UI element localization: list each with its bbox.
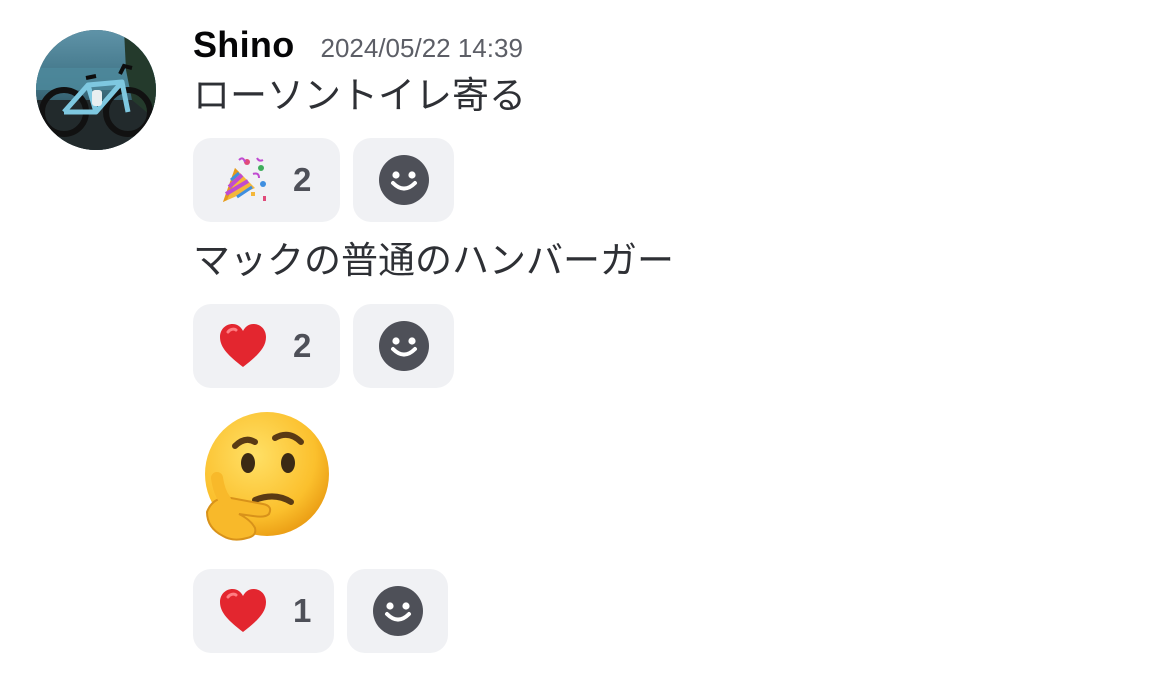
reaction-count: 2 <box>293 327 312 364</box>
message-group: Shino 2024/05/22 14:39 ローソントイレ寄る 2 マックの普… <box>193 24 1133 653</box>
reaction-heart[interactable]: 2 <box>193 304 340 388</box>
smiley-face-icon <box>378 321 429 371</box>
timestamp: 2024/05/22 14:39 <box>320 33 523 63</box>
reaction-count: 2 <box>293 161 312 198</box>
smiley-face-icon <box>378 155 429 205</box>
add-reaction-button[interactable] <box>353 304 454 388</box>
add-reaction-button[interactable] <box>353 138 454 222</box>
author-name[interactable]: Shino <box>193 24 294 66</box>
reaction-bar: 1 <box>193 569 1133 653</box>
avatar[interactable] <box>36 30 156 150</box>
smiley-face-icon <box>372 586 423 636</box>
reaction-bar: 2 <box>193 304 1133 388</box>
bicycle-photo-avatar <box>36 30 156 150</box>
red-heart-emoji <box>217 320 269 372</box>
red-heart-emoji <box>217 585 269 637</box>
thinking-face-emoji <box>193 408 333 548</box>
message-text: マックの普通のハンバーガー <box>193 239 674 282</box>
add-reaction-button[interactable] <box>347 569 448 653</box>
reaction-party-popper[interactable]: 2 <box>193 138 340 222</box>
reaction-count: 1 <box>293 592 312 629</box>
reaction-bar: 2 <box>193 138 1133 222</box>
reaction-heart[interactable]: 1 <box>193 569 334 653</box>
party-popper-emoji <box>217 154 269 206</box>
message-text: ローソントイレ寄る <box>193 74 526 117</box>
message-header: Shino 2024/05/22 14:39 <box>193 24 1133 70</box>
